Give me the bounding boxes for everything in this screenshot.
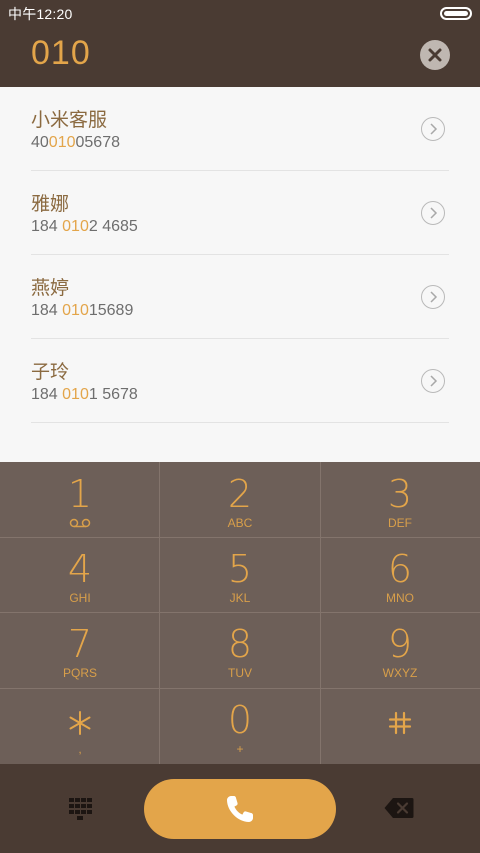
dialpad-icon	[69, 798, 92, 820]
key-digit: 2	[227, 472, 253, 516]
voicemail-icon	[0, 517, 160, 532]
contact-name: 雅娜	[31, 193, 70, 215]
contact-name: 子玲	[31, 361, 70, 383]
dialpad-toggle-button[interactable]	[68, 797, 92, 821]
battery-icon	[440, 7, 472, 20]
contact-number: 184 01015689	[31, 302, 133, 320]
key-letters: WXYZ	[382, 666, 418, 680]
key-7[interactable]: 7 PQRS	[0, 612, 160, 687]
key-digit: 5	[227, 547, 253, 591]
key-digit: 0	[227, 698, 253, 742]
dialed-number: 010	[31, 34, 91, 72]
key-star[interactable]: ,	[0, 688, 160, 763]
key-9[interactable]: 9 WXYZ	[320, 612, 480, 687]
number-suffix: 05678	[75, 134, 121, 151]
key-letters: ,	[78, 742, 82, 756]
key-letters: JKL	[229, 591, 251, 605]
call-button[interactable]	[144, 779, 336, 839]
contact-row[interactable]: 燕婷 184 01015689	[0, 255, 480, 339]
key-digit: 1	[67, 472, 93, 516]
number-suffix: 15689	[88, 302, 134, 319]
contact-name: 小米客服	[31, 109, 108, 131]
key-digit: 8	[227, 622, 253, 666]
key-letters: +	[236, 742, 244, 756]
number-match: 010	[62, 302, 89, 319]
contact-detail-button[interactable]	[421, 117, 445, 141]
backspace-button[interactable]	[384, 797, 414, 819]
key-2[interactable]: 2 ABC	[160, 462, 320, 537]
chevron-right-icon	[430, 123, 438, 135]
chevron-right-icon	[430, 291, 438, 303]
bottom-action-bar	[0, 764, 480, 853]
key-digit: 7	[67, 622, 93, 666]
contact-detail-button[interactable]	[421, 285, 445, 309]
number-prefix: 184	[31, 218, 63, 235]
key-1[interactable]: 1	[0, 462, 160, 537]
phone-icon	[227, 796, 253, 822]
hash-icon	[320, 700, 480, 740]
clear-number-button[interactable]	[420, 40, 450, 70]
number-match: 010	[62, 218, 89, 235]
contact-match-list: 小米客服 4001005678 雅娜 184 0102 4685 燕婷 184 …	[0, 87, 480, 462]
key-digit: 4	[67, 547, 93, 591]
close-icon	[428, 48, 442, 62]
key-3[interactable]: 3 DEF	[320, 462, 480, 537]
contact-number: 4001005678	[31, 134, 120, 152]
asterisk-icon	[0, 700, 160, 740]
dial-header: 010	[0, 26, 480, 87]
contact-detail-button[interactable]	[421, 369, 445, 393]
key-letters: PQRS	[62, 666, 97, 680]
status-time: 中午12:20	[8, 6, 73, 22]
contact-number: 184 0101 5678	[31, 386, 138, 404]
contact-row[interactable]: 小米客服 4001005678	[0, 87, 480, 171]
number-match: 010	[48, 134, 76, 151]
key-letters: ABC	[227, 516, 253, 530]
chevron-right-icon	[430, 375, 438, 387]
contact-name: 燕婷	[31, 277, 70, 299]
key-digit: 9	[387, 622, 413, 666]
key-letters: GHI	[69, 591, 91, 605]
divider	[31, 422, 449, 423]
key-letters: TUV	[228, 666, 252, 680]
key-hash[interactable]	[320, 688, 480, 763]
key-6[interactable]: 6 MNO	[320, 537, 480, 612]
key-0[interactable]: 0 +	[160, 688, 320, 763]
key-5[interactable]: 5 JKL	[160, 537, 320, 612]
status-bar: 中午12:20	[0, 0, 480, 26]
chevron-right-icon	[430, 207, 438, 219]
contact-row[interactable]: 子玲 184 0101 5678	[0, 339, 480, 423]
number-prefix: 184	[31, 386, 63, 403]
number-suffix: 2 4685	[88, 218, 138, 235]
contact-number: 184 0102 4685	[31, 218, 138, 236]
key-letters: MNO	[386, 591, 414, 605]
contact-detail-button[interactable]	[421, 201, 445, 225]
number-match: 010	[62, 386, 89, 403]
contact-row[interactable]: 雅娜 184 0102 4685	[0, 171, 480, 255]
number-prefix: 40	[31, 134, 49, 151]
backspace-icon	[384, 798, 414, 818]
number-suffix: 1 5678	[88, 386, 138, 403]
key-letters: DEF	[388, 516, 412, 530]
key-digit: 3	[387, 472, 413, 516]
key-8[interactable]: 8 TUV	[160, 612, 320, 687]
key-4[interactable]: 4 GHI	[0, 537, 160, 612]
number-prefix: 184	[31, 302, 63, 319]
key-digit: 6	[387, 547, 413, 591]
dial-keypad: 1 2 ABC 3 DEF 4 GHI 5 JKL 6 MNO 7 PQRS 8…	[0, 462, 480, 764]
